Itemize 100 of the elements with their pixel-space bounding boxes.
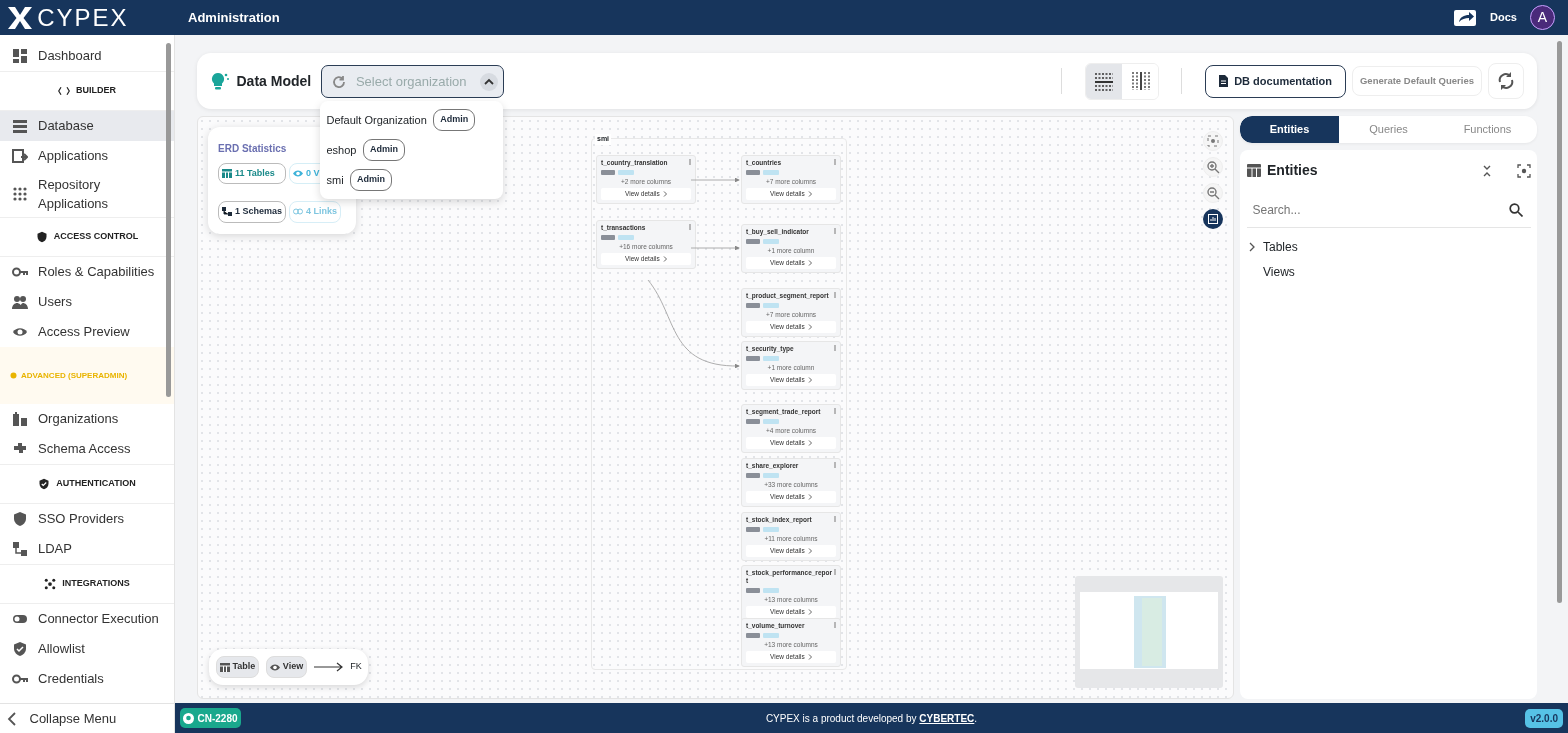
document-icon (1218, 75, 1228, 87)
organization-option[interactable]: eshop Admin (320, 135, 503, 165)
tree-item[interactable]: Views (1240, 259, 1537, 284)
organization-option[interactable]: Default Organization Admin (320, 105, 503, 135)
db-documentation-button[interactable]: DB documentation (1204, 64, 1346, 98)
sidebar-item[interactable]: Credentials (0, 664, 174, 694)
shield-icon (35, 231, 48, 243)
chevron-right-icon (807, 608, 812, 615)
sync-button[interactable] (1488, 63, 1524, 99)
chevron-up-icon (479, 72, 498, 91)
pill-icon (763, 527, 780, 533)
panel-title: Entities (1267, 161, 1318, 180)
share-icon[interactable] (1453, 8, 1478, 27)
sidebar-item[interactable]: Allowlist (0, 634, 174, 664)
stat-chip: 4 Links (289, 201, 342, 223)
fit-view-button[interactable] (1203, 131, 1223, 151)
sidebar-item[interactable]: Schema Access (0, 434, 174, 464)
sidebar-item[interactable]: SSO Providers (0, 504, 174, 534)
pill-icon (618, 170, 635, 176)
pill-icon (746, 303, 760, 309)
horizontal-layout-button[interactable] (1085, 63, 1122, 99)
section-heading: ADVANCED (SUPERADMIN) (21, 369, 128, 382)
sidebar-item[interactable]: Access Preview (0, 317, 174, 347)
table-list-icon (12, 118, 28, 134)
pill-icon (746, 473, 760, 479)
table-icon (1246, 164, 1261, 177)
legend-fk-label: FK (350, 660, 362, 674)
sidebar-item[interactable]: Repository Applications (0, 171, 174, 217)
chevron-right-icon (807, 494, 812, 500)
pill-icon (746, 527, 760, 533)
statistics-button[interactable] (1203, 209, 1223, 229)
sidebar-item[interactable]: Users (0, 287, 174, 317)
legend-table-chip: Table (215, 656, 260, 678)
chevron-right-icon (662, 256, 667, 262)
docs-link[interactable]: Docs (1490, 9, 1517, 26)
pill-icon (746, 587, 760, 593)
network-icon (44, 578, 57, 590)
role-badge: Admin (350, 169, 393, 191)
chevron-right-icon (807, 440, 812, 446)
version-badge: v2.0.0 (1525, 709, 1563, 728)
pill-icon (746, 356, 760, 362)
section-heading: ACCESS CONTROL (53, 230, 139, 244)
panel-tab[interactable]: Entities (1240, 116, 1339, 143)
panel-tab[interactable]: Functions (1438, 116, 1537, 143)
pill-icon (763, 356, 780, 362)
toolbar-title: Data Model (236, 71, 312, 91)
sidebar-item[interactable]: Roles & Capabilities (0, 257, 174, 287)
generate-queries-button[interactable]: Generate Default Queries (1352, 66, 1482, 96)
grid-dots-icon (12, 186, 28, 202)
people-icon (12, 294, 28, 310)
dashboard-icon (12, 48, 28, 64)
sidebar-item[interactable]: Dashboard (0, 41, 174, 71)
x-logo-icon (6, 4, 34, 31)
pill-icon (601, 170, 615, 176)
stat-chip: 1 Schemas (218, 201, 287, 223)
tree-item[interactable]: Tables (1240, 234, 1537, 259)
section-heading: INTEGRATIONS (62, 577, 130, 591)
zoom-out-button[interactable] (1203, 183, 1223, 203)
shield-check-icon (38, 478, 51, 490)
collapse-menu-button[interactable]: Collapse Menu (0, 703, 174, 733)
chevron-right-icon (807, 377, 812, 383)
panel-tab[interactable]: Queries (1339, 116, 1438, 143)
sidebar-item[interactable]: Database (0, 111, 174, 141)
pill-icon (763, 170, 780, 176)
branch-badge: CN-2280 (180, 708, 241, 728)
zoom-in-button[interactable] (1203, 157, 1223, 177)
search-field[interactable]: Search... (1246, 192, 1531, 228)
pill-icon (746, 419, 760, 425)
sidebar-item[interactable]: Organizations (0, 404, 174, 434)
shield-check-icon (12, 641, 28, 657)
viewport-rectangle (1134, 596, 1166, 668)
chevron-right-icon (662, 191, 667, 197)
exit-icon (12, 148, 28, 164)
table-icon (222, 168, 232, 178)
eye-icon (293, 168, 304, 178)
sidebar-item[interactable]: Connector Execution (0, 604, 174, 634)
focus-icon[interactable] (1516, 163, 1531, 178)
logo-text: CYPEX (37, 2, 129, 33)
page-title: Administration (188, 8, 280, 27)
sidebar-item[interactable]: Applications (0, 141, 174, 171)
chevron-left-icon (6, 711, 17, 726)
hierarchy-icon (222, 207, 232, 217)
sidebar-item[interactable]: LDAP (0, 534, 174, 564)
collapse-icon[interactable] (1482, 164, 1492, 177)
card-title: ERD Statistics (218, 142, 287, 156)
chevron-right-icon (807, 260, 812, 266)
search-icon (1508, 203, 1523, 217)
user-avatar[interactable]: A (1530, 5, 1555, 30)
pill-icon (746, 170, 760, 176)
shield-icon (12, 511, 28, 527)
arrow-icon (313, 662, 344, 672)
chart-icon (1208, 214, 1218, 224)
role-badge: Admin (433, 109, 476, 131)
pill-icon (763, 587, 780, 593)
horizontal-lines-icon (1092, 70, 1115, 92)
pill-icon (746, 633, 760, 639)
refresh-icon (331, 74, 346, 89)
building-icon (12, 411, 28, 427)
organization-select[interactable]: Select organization (320, 64, 504, 98)
chevron-right-icon (807, 324, 812, 330)
